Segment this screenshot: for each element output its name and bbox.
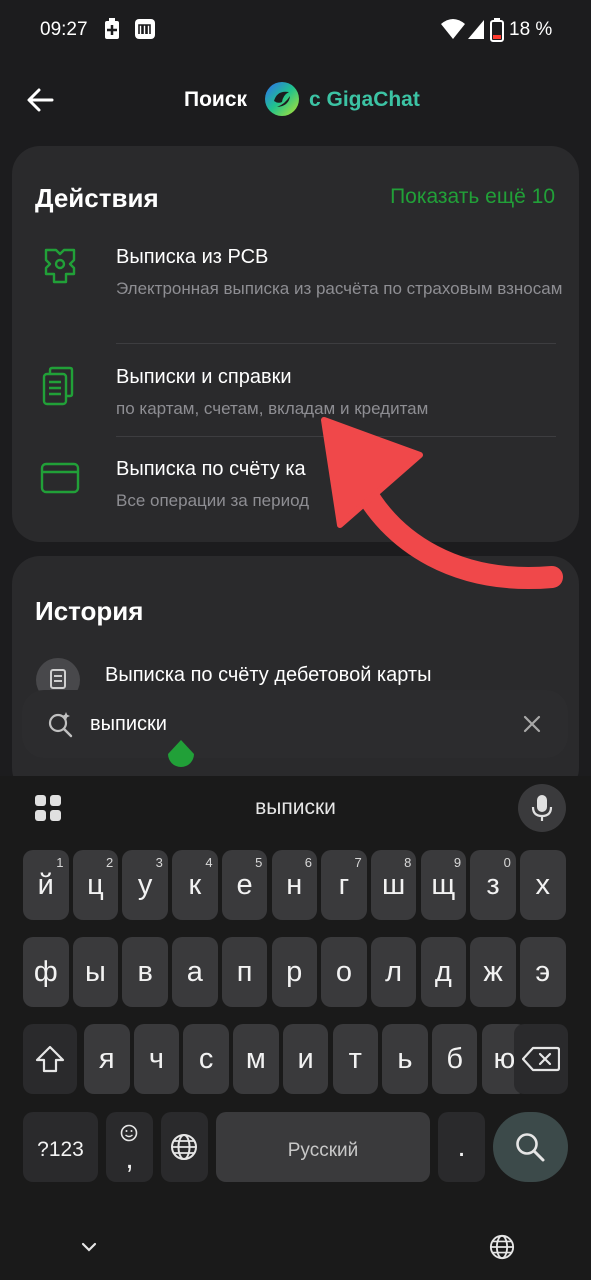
key-hint-number: 0 — [503, 855, 511, 870]
key-label: ц — [87, 869, 104, 901]
key-hint-number: 1 — [56, 855, 64, 870]
text-cursor-handle[interactable] — [166, 740, 196, 774]
key-label: п — [236, 956, 253, 988]
keyboard-suggestion[interactable]: выписки — [0, 796, 591, 820]
key-label: ь — [397, 1043, 413, 1075]
clear-search-button[interactable] — [520, 712, 544, 736]
key-label: т — [348, 1043, 362, 1075]
key-label: а — [186, 956, 203, 988]
space-key-label: Русский — [287, 1140, 359, 1161]
key-hint-number: 4 — [205, 855, 213, 870]
key-label: л — [385, 956, 403, 988]
key-label: у — [137, 869, 153, 901]
key-letter[interactable]: н6 — [271, 850, 317, 920]
key-letter[interactable]: в — [122, 937, 168, 1007]
key-letter[interactable]: з0 — [470, 850, 516, 920]
key-label: щ — [431, 869, 456, 901]
key-label: и — [297, 1043, 314, 1075]
key-label: з — [486, 869, 500, 901]
key-label: б — [446, 1043, 463, 1075]
key-letter[interactable]: о — [321, 937, 367, 1007]
period-key[interactable]: . — [438, 1112, 485, 1182]
key-label: ю — [493, 1043, 516, 1075]
key-letter[interactable]: а — [172, 937, 218, 1007]
key-label: ж — [483, 956, 503, 988]
key-label: н — [286, 869, 303, 901]
key-letter[interactable]: у3 — [122, 850, 168, 920]
hide-keyboard-chevron-down-icon[interactable] — [80, 1240, 98, 1254]
key-label: ы — [85, 956, 106, 988]
key-label: к — [188, 869, 202, 901]
key-hint-number: 3 — [155, 855, 163, 870]
keyboard-nav-bar — [0, 1232, 591, 1280]
key-label: г — [338, 869, 350, 901]
key-letter[interactable]: э — [520, 937, 566, 1007]
period-label: . — [457, 1131, 466, 1163]
key-hint-number: 5 — [255, 855, 263, 870]
key-label: м — [245, 1043, 266, 1075]
comma-label: , — [125, 1143, 134, 1175]
key-letter[interactable]: й1 — [23, 850, 69, 920]
key-label: я — [98, 1043, 115, 1075]
backspace-key[interactable] — [514, 1024, 568, 1094]
key-letter[interactable]: е5 — [221, 850, 268, 920]
language-switch-key[interactable] — [161, 1112, 208, 1182]
key-hint-number: 6 — [304, 855, 312, 870]
symbols-key[interactable]: ?123 — [23, 1112, 98, 1182]
key-letter[interactable]: х — [520, 850, 566, 920]
language-globe-icon[interactable] — [489, 1234, 515, 1260]
voice-input-button[interactable] — [518, 784, 566, 832]
key-label: с — [198, 1043, 214, 1075]
key-letter[interactable]: р — [271, 937, 317, 1007]
key-letter[interactable]: ь — [382, 1024, 428, 1094]
key-hint-number: 2 — [105, 855, 114, 870]
key-letter[interactable]: ц2 — [72, 850, 119, 920]
key-hint-number: 9 — [453, 855, 462, 870]
microphone-icon — [531, 795, 553, 821]
key-letter[interactable]: ф — [23, 937, 69, 1007]
key-label: д — [434, 956, 452, 988]
key-label: р — [286, 956, 303, 988]
key-letter[interactable]: ы — [72, 937, 119, 1007]
ai-search-icon — [48, 712, 73, 738]
shift-key[interactable] — [23, 1024, 77, 1094]
key-letter[interactable]: ш8 — [370, 850, 417, 920]
key-label: о — [335, 956, 352, 988]
key-letter[interactable]: ч — [133, 1024, 180, 1094]
key-letter[interactable]: т — [332, 1024, 378, 1094]
key-letter[interactable]: п — [221, 937, 268, 1007]
key-letter[interactable]: д — [420, 937, 467, 1007]
key-letter[interactable]: л — [370, 937, 417, 1007]
key-hint-number: 8 — [404, 855, 412, 870]
key-letter[interactable]: ж — [470, 937, 516, 1007]
search-input[interactable]: выписки — [90, 713, 167, 736]
shift-icon — [35, 1045, 65, 1073]
key-letter[interactable]: щ9 — [420, 850, 467, 920]
key-letter[interactable]: м — [233, 1024, 279, 1094]
key-label: х — [535, 869, 551, 901]
space-key[interactable]: Русский — [216, 1112, 430, 1182]
key-letter[interactable]: г7 — [321, 850, 367, 920]
key-label: ф — [33, 956, 58, 988]
search-bar[interactable]: выписки — [22, 690, 568, 758]
emoji-comma-key[interactable]: , — [106, 1112, 153, 1182]
key-label: э — [535, 956, 551, 988]
search-key[interactable] — [493, 1112, 568, 1182]
key-letter[interactable]: и — [282, 1024, 329, 1094]
key-label: ш — [382, 869, 406, 901]
key-letter[interactable]: б — [431, 1024, 478, 1094]
key-label: ч — [148, 1043, 164, 1075]
key-label: в — [137, 956, 153, 988]
symbols-key-label: ?123 — [37, 1138, 84, 1161]
key-letter[interactable]: к4 — [172, 850, 218, 920]
key-label: е — [236, 869, 253, 901]
search-icon — [516, 1133, 545, 1162]
globe-icon — [171, 1134, 197, 1160]
key-letter[interactable]: с — [183, 1024, 229, 1094]
key-hint-number: 7 — [354, 855, 362, 870]
key-letter[interactable]: я — [84, 1024, 130, 1094]
backspace-icon — [522, 1046, 560, 1072]
key-label: й — [37, 869, 54, 901]
